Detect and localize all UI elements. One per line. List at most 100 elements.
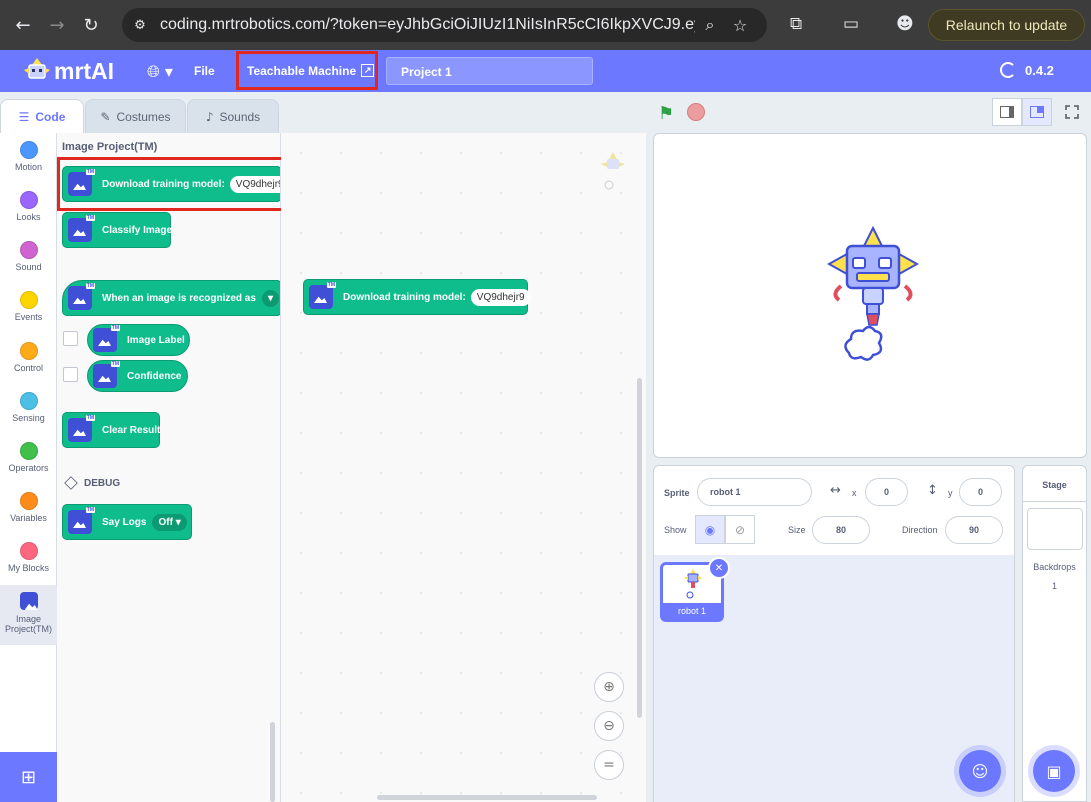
image-label-reporter[interactable]: TM Image Label [87, 324, 190, 356]
classify-image-block[interactable]: TM Classify Image [62, 212, 172, 248]
backdrops-count: 1 [1051, 581, 1057, 591]
show-hidden-icon[interactable]: ⊘ [725, 515, 755, 544]
stop-icon[interactable] [687, 103, 705, 121]
sprite-label: Sprite [664, 488, 690, 498]
block-label: Say Logs [102, 516, 147, 528]
y-arrows-icon: ↕ [927, 483, 938, 498]
robot-sprite[interactable] [827, 226, 919, 371]
normal-stage-icon[interactable] [1022, 98, 1052, 126]
image-project-icon: TM [309, 282, 336, 309]
tab-costumes-label: Costumes [116, 109, 171, 124]
confidence-checkbox[interactable] [63, 367, 78, 382]
size-input[interactable]: 80 [812, 516, 870, 544]
direction-label: Direction [902, 525, 938, 535]
looks-color-dot [19, 191, 38, 209]
image-project-icon: TM [68, 215, 95, 242]
zoom-in-icon[interactable]: ⊕ [594, 672, 624, 702]
project-title-input[interactable]: Project 1 [386, 57, 593, 85]
language-globe-icon[interactable]: 🌐︎ ▾ [147, 62, 173, 82]
category-label: Image Project(TM) [5, 614, 52, 634]
workspace-download-block[interactable]: TM Download training model: VQ9dhejr9 [303, 279, 531, 315]
profile-icon[interactable]: ☻ [896, 14, 914, 34]
operators-color-dot [19, 442, 38, 460]
zoom-reset-icon[interactable]: = [594, 750, 624, 780]
file-menu[interactable]: File [194, 64, 215, 78]
category-operators[interactable]: Operators [0, 442, 57, 473]
script-workspace[interactable]: TM Download training model: VQ9dhejr9 ⊕ … [281, 133, 646, 802]
category-sensing[interactable]: Sensing [0, 392, 57, 423]
tab-sounds-label: Sounds [219, 109, 261, 124]
category-variables[interactable]: Variables [0, 492, 57, 523]
category-my-blocks[interactable]: My Blocks [0, 542, 57, 573]
direction-input[interactable]: 90 [945, 516, 1003, 544]
robot-thumbnail [684, 569, 702, 599]
clear-result-block[interactable]: TM Clear Result [62, 412, 160, 448]
fullscreen-icon[interactable] [1057, 98, 1087, 126]
label-dropdown[interactable]: ▾ [261, 289, 279, 307]
address-bar[interactable]: ⚙ coding.mrtrobotics.com/?token=eyJhbGci… [122, 8, 767, 42]
category-looks[interactable]: Looks [0, 191, 57, 222]
block-label: Confidence [127, 370, 182, 382]
brush-icon: ✎ [100, 109, 111, 124]
x-label: x [852, 488, 857, 498]
green-flag-icon[interactable]: ⚑ [658, 103, 674, 124]
tab-sounds[interactable]: ♪ Sounds [187, 99, 279, 133]
tab-search-icon[interactable]: ▭ [843, 14, 859, 34]
sprite-name-input[interactable]: robot 1 [697, 478, 812, 506]
site-info-icon[interactable]: ⚙ [130, 15, 150, 35]
category-label: Control [13, 363, 43, 373]
url-text[interactable]: coding.mrtrobotics.com/?token=eyJhbGciOi… [160, 16, 695, 34]
sprite-tile-name: robot 1 [663, 603, 721, 619]
category-sound[interactable]: Sound [0, 241, 57, 272]
zoom-icon[interactable]: ⌕ [695, 15, 725, 35]
add-backdrop-icon[interactable]: ▣ [1033, 750, 1075, 792]
category-menu: Motion Looks Sound Events Control Sensin… [0, 133, 57, 802]
bookmark-star-icon[interactable]: ☆ [725, 16, 755, 35]
relaunch-button[interactable]: Relaunch to update [928, 9, 1085, 41]
reload-icon[interactable]: ↻ [80, 14, 102, 36]
model-id-input[interactable]: VQ9dhejr9 [470, 288, 531, 306]
stage-canvas[interactable] [653, 133, 1087, 458]
zoom-out-icon[interactable]: ⊖ [594, 711, 624, 741]
extensions-icon[interactable]: ⧉ [790, 14, 802, 34]
stage-thumbnail[interactable] [1027, 508, 1083, 550]
category-label: Events [14, 312, 43, 322]
when-image-recognized-block[interactable]: TM When an image is recognized as ▾ [62, 280, 280, 316]
workspace-vertical-scrollbar[interactable] [637, 378, 642, 718]
palette-scrollbar[interactable] [270, 722, 275, 802]
add-sprite-icon[interactable]: ☺ [959, 750, 1001, 792]
x-input[interactable]: 0 [865, 478, 908, 506]
palette-heading: Image Project(TM) [62, 141, 158, 153]
tab-code[interactable]: ☰ Code [0, 99, 84, 133]
forward-icon[interactable]: → [46, 14, 68, 36]
image-label-checkbox[interactable] [63, 331, 78, 346]
add-extension-button[interactable]: ⊞ [0, 752, 57, 802]
app-logo[interactable]: mrtAI [22, 56, 114, 86]
sprite-watermark-icon [601, 152, 625, 190]
category-label: Operators [8, 463, 49, 473]
download-block-highlight [57, 157, 294, 211]
confidence-reporter[interactable]: TM Confidence [87, 360, 188, 392]
show-visible-icon[interactable]: ◉ [695, 515, 725, 544]
say-logs-block[interactable]: TM Say Logs Off ▾ [62, 504, 192, 540]
speaker-icon: ♪ [205, 109, 214, 124]
show-label: Show [664, 525, 687, 535]
y-input[interactable]: 0 [959, 478, 1002, 506]
teachable-machine-menu[interactable]: Teachable Machine ↗ [236, 51, 378, 90]
back-icon[interactable]: ← [12, 14, 34, 36]
category-events[interactable]: Events [0, 291, 57, 322]
image-project-icon: TM [93, 325, 120, 352]
teachable-machine-label: Teachable Machine [247, 63, 357, 78]
events-color-dot [19, 291, 38, 309]
category-image-project[interactable]: Image Project(TM) [0, 585, 57, 645]
category-label: Variables [10, 513, 47, 523]
category-motion[interactable]: Motion [0, 141, 57, 172]
small-stage-icon[interactable] [992, 98, 1022, 126]
stage-pane-title: Stage [1023, 466, 1086, 502]
say-logs-dropdown[interactable]: Off ▾ [152, 513, 187, 531]
tab-costumes[interactable]: ✎ Costumes [85, 99, 186, 133]
delete-sprite-icon[interactable]: ✕ [708, 557, 730, 579]
category-control[interactable]: Control [0, 342, 57, 373]
workspace-horizontal-scrollbar[interactable] [377, 795, 597, 800]
sensing-color-dot [19, 392, 38, 410]
